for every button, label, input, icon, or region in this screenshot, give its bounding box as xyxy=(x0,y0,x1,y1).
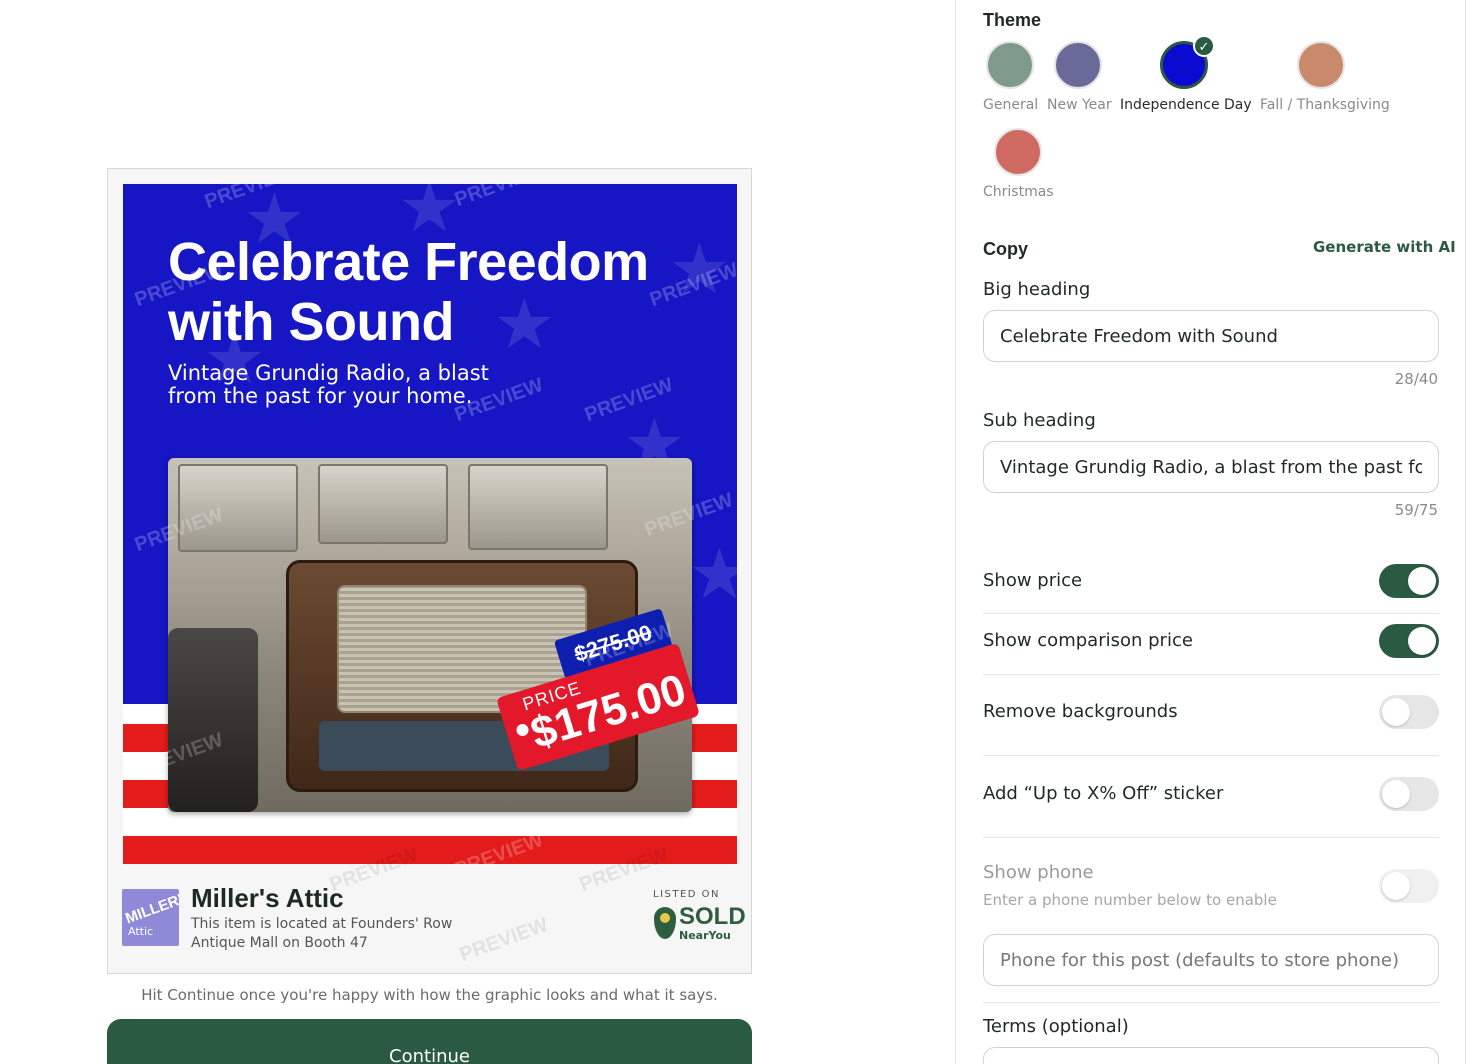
sub-heading-counter: 59/75 xyxy=(1394,501,1438,519)
show-price-toggle[interactable] xyxy=(1379,564,1439,598)
terms-input[interactable] xyxy=(983,1047,1439,1064)
store-name: Miller's Attic xyxy=(191,883,344,913)
show-price-label: Show price xyxy=(983,570,1083,591)
theme-label-independence-day[interactable]: Independence Day xyxy=(1120,97,1252,113)
theme-label-fall-thanksgiving[interactable]: Fall / Thanksgiving xyxy=(1260,97,1390,113)
continue-button[interactable]: Continue xyxy=(107,1019,752,1064)
theme-title: Theme xyxy=(983,10,1042,30)
settings-panel: Theme General New Year ✓ Independence Da… xyxy=(955,0,1466,1064)
background-radio xyxy=(178,464,298,552)
theme-swatch-general[interactable] xyxy=(986,41,1034,89)
store-logo-subtext: Attic xyxy=(128,925,154,938)
divider xyxy=(983,837,1439,838)
remove-backgrounds-row: Remove backgrounds xyxy=(983,695,1439,729)
theme-swatch-new-year[interactable] xyxy=(1054,41,1102,89)
check-icon: ✓ xyxy=(1193,35,1215,57)
store-logo-text: MILLER'S xyxy=(123,889,179,928)
big-heading-input[interactable] xyxy=(983,310,1439,362)
toggle-knob xyxy=(1382,698,1410,726)
theme-label-general[interactable]: General xyxy=(983,97,1038,113)
brand-nearyou: NearYou xyxy=(679,929,731,942)
sub-heading-input[interactable] xyxy=(983,441,1439,493)
map-pin-icon xyxy=(654,907,676,939)
remove-backgrounds-label: Remove backgrounds xyxy=(983,701,1178,722)
sticker-toggle[interactable] xyxy=(1379,777,1439,811)
poster-heading: Celebrate Freedom with Sound xyxy=(168,232,649,352)
show-comparison-row: Show comparison price xyxy=(983,624,1439,658)
store-location: This item is located at Founders' Row An… xyxy=(191,916,453,951)
theme-label-christmas[interactable]: Christmas xyxy=(983,184,1054,200)
copy-title: Copy xyxy=(983,239,1028,259)
background-radio xyxy=(318,464,448,544)
theme-label-new-year[interactable]: New Year xyxy=(1047,97,1112,113)
side-radio xyxy=(168,628,258,812)
toggle-knob xyxy=(1382,872,1410,900)
toggle-knob xyxy=(1408,567,1436,595)
background-radio xyxy=(468,464,608,550)
remove-backgrounds-toggle[interactable] xyxy=(1379,695,1439,729)
toggle-knob xyxy=(1382,780,1410,808)
store-logo: MILLER'S Attic xyxy=(122,889,179,946)
show-phone-label: Show phone xyxy=(983,862,1094,883)
show-phone-row: Show phone Enter a phone number below to… xyxy=(983,862,1439,912)
divider xyxy=(983,755,1439,756)
poster: ★ ★ ★ ★ ★ ★ ★ Celebrate Freedom with Sou… xyxy=(123,184,737,864)
phone-input[interactable] xyxy=(983,934,1439,986)
divider xyxy=(983,1002,1439,1003)
sticker-label: Add “Up to X% Off” sticker xyxy=(983,783,1224,804)
show-comparison-toggle[interactable] xyxy=(1379,624,1439,658)
tag-hole xyxy=(515,722,531,738)
theme-swatch-fall-thanksgiving[interactable] xyxy=(1297,41,1345,89)
show-comparison-label: Show comparison price xyxy=(983,630,1193,651)
theme-swatch-christmas[interactable] xyxy=(994,128,1042,176)
divider xyxy=(983,613,1439,614)
listed-on-label: LISTED ON xyxy=(653,889,721,900)
show-price-row: Show price xyxy=(983,564,1439,598)
divider xyxy=(983,674,1439,675)
sub-heading-label: Sub heading xyxy=(983,410,1096,431)
terms-label: Terms (optional) xyxy=(983,1016,1129,1037)
toggle-knob xyxy=(1408,627,1436,655)
brand-sold: SOLD xyxy=(679,903,746,930)
big-heading-label: Big heading xyxy=(983,279,1091,300)
sticker-row: Add “Up to X% Off” sticker xyxy=(983,777,1439,811)
big-heading-counter: 28/40 xyxy=(1394,370,1438,388)
continue-hint: Hit Continue once you're happy with how … xyxy=(141,986,718,1004)
watermark: PREVIEW xyxy=(451,184,547,212)
generate-with-ai-link[interactable]: Generate with AI xyxy=(1313,238,1456,256)
graphic-preview: ★ ★ ★ ★ ★ ★ ★ Celebrate Freedom with Sou… xyxy=(107,168,752,974)
show-phone-toggle xyxy=(1379,869,1439,903)
show-phone-help: Enter a phone number below to enable xyxy=(983,891,1277,909)
